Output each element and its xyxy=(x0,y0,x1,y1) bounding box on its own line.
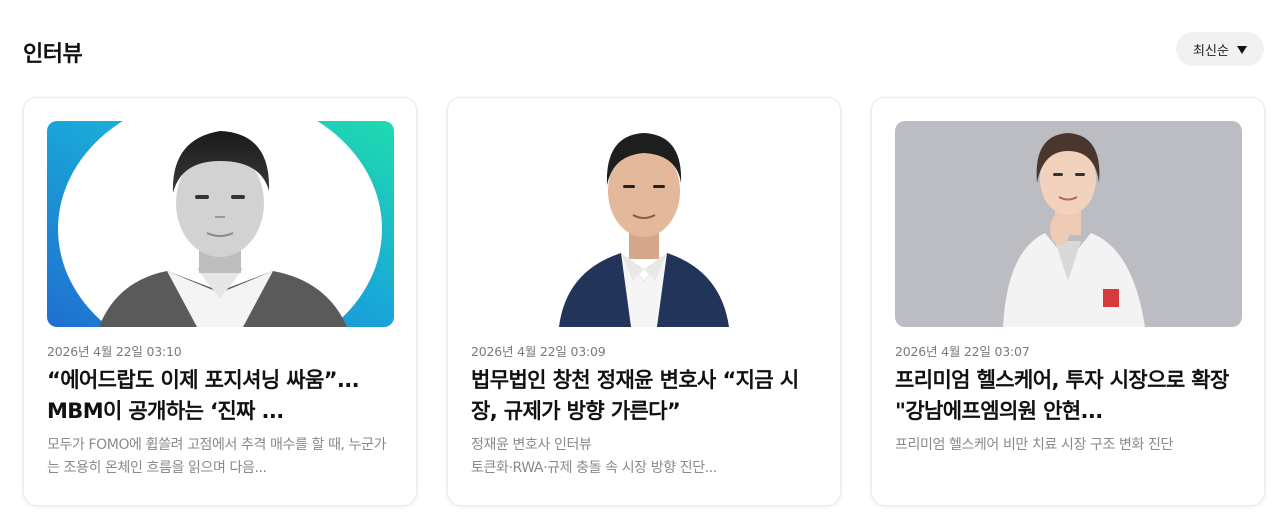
article-card[interactable]: 2026년 4월 22일 03:09 법무법인 창천 정재윤 변호사 “지금 시… xyxy=(447,97,841,506)
article-summary: 모두가 FOMO에 휩쓸려 고점에서 추격 매수를 할 때, 누군가는 조용히 … xyxy=(47,437,387,476)
article-summary: 정재윤 변호사 인터뷰 토큰화·RWA·규제 충돌 속 시장 방향 진단... xyxy=(471,434,821,480)
article-summary-line: 정재윤 변호사 인터뷰 xyxy=(471,437,592,453)
article-thumbnail xyxy=(47,121,394,327)
article-title[interactable]: 법무법인 창천 정재윤 변호사 “지금 시장, 규제가 방향 가른다” xyxy=(471,365,821,427)
article-summary: 프리미엄 헬스케어 비만 치료 시장 구조 변화 진단 xyxy=(895,437,1173,453)
article-thumbnail xyxy=(895,121,1242,327)
sort-dropdown-button[interactable]: 최신순 xyxy=(1176,32,1264,66)
article-date: 2026년 4월 22일 03:07 xyxy=(895,344,1030,359)
article-thumbnail xyxy=(471,121,818,327)
article-title[interactable]: 프리미엄 헬스케어, 투자 시장으로 확장 "강남에프엠의원 안현... xyxy=(895,365,1245,427)
article-card[interactable]: 2026년 4월 22일 03:07 프리미엄 헬스케어, 투자 시장으로 확장… xyxy=(871,97,1265,506)
article-date: 2026년 4월 22일 03:09 xyxy=(471,344,606,359)
sort-label: 최신순 xyxy=(1193,43,1229,59)
article-title[interactable]: “에어드랍도 이제 포지셔닝 싸움”... MBM이 공개하는 ‘진짜 ... xyxy=(47,365,397,427)
article-date: 2026년 4월 22일 03:10 xyxy=(47,344,182,359)
article-summary-line: 토큰화·RWA·규제 충돌 속 시장 방향 진단... xyxy=(471,460,717,476)
caret-down-icon xyxy=(1236,45,1247,54)
article-card[interactable]: 2026년 4월 22일 03:10 “에어드랍도 이제 포지셔닝 싸움”...… xyxy=(23,97,417,506)
page-title: 인터뷰 xyxy=(23,42,83,67)
